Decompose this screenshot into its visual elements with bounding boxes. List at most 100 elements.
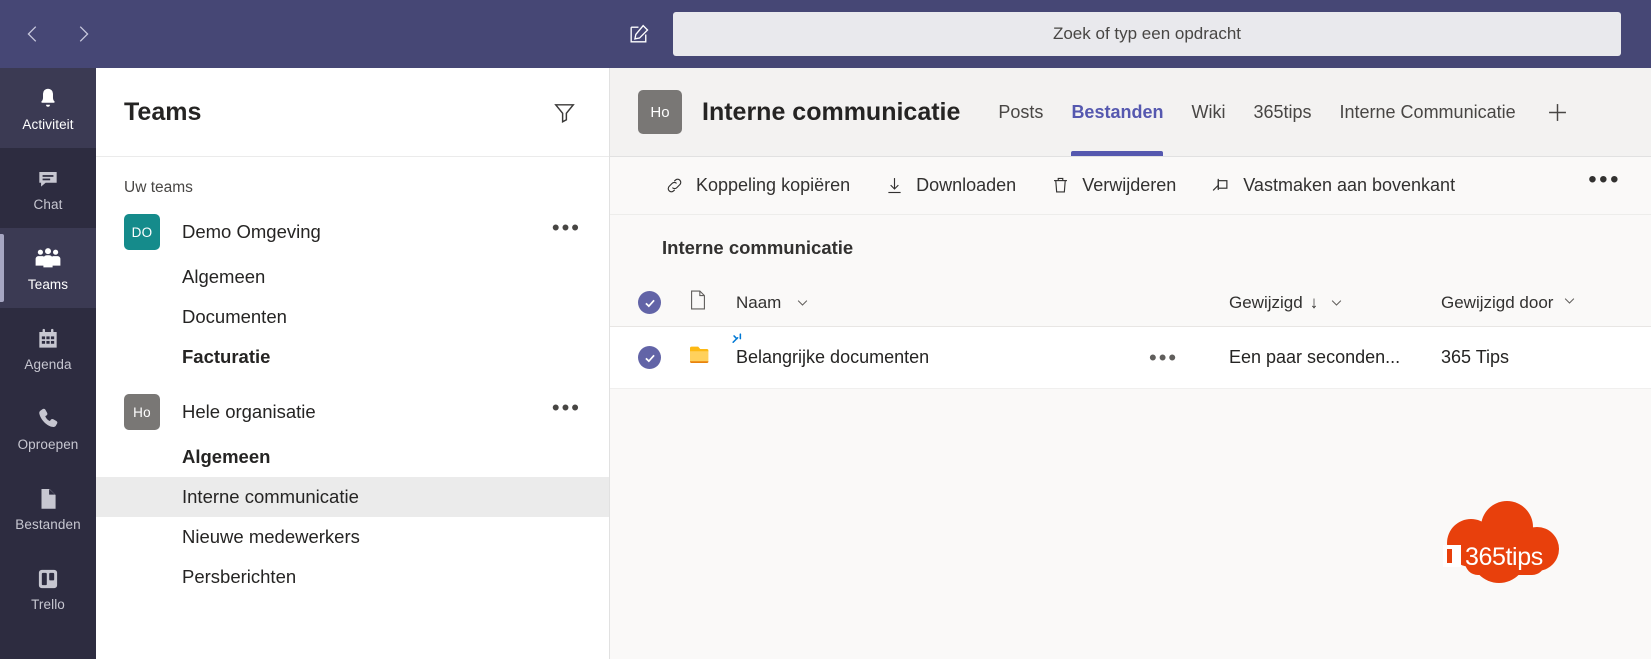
chevron-down-icon [1562,293,1577,308]
main-content: Ho Interne communicatie Posts Bestanden … [610,68,1651,659]
copy-link-button[interactable]: Koppeling kopiëren [650,167,864,204]
download-label: Downloaden [916,175,1017,195]
checked-circle-icon [638,346,661,369]
delete-button[interactable]: Verwijderen [1036,167,1190,204]
avatar: DO [124,214,160,250]
pin-icon [1210,175,1232,197]
folder-icon [688,343,718,372]
rail-item-label: Activiteit [22,116,74,132]
download-button[interactable]: Downloaden [870,167,1030,204]
row-name-cell[interactable]: Belangrijke documenten [732,333,1149,368]
rail-item-agenda[interactable]: Agenda [0,308,96,388]
trello-icon [35,565,61,593]
tab-posts[interactable]: Posts [984,68,1057,156]
rail-item-teams[interactable]: Teams [0,228,96,308]
download-icon [884,175,905,196]
rail-item-label: Bestanden [15,516,81,532]
tab-interne-communicatie[interactable]: Interne Communicatie [1326,68,1530,156]
page-title: Teams [124,97,202,126]
pin-to-top-button[interactable]: Vastmaken aan bovenkant [1196,167,1469,205]
channel-header: Ho Interne communicatie Posts Bestanden … [610,68,1651,157]
row-checkbox[interactable] [638,346,688,369]
modified-column-label: Gewijzigd [1229,292,1303,312]
plus-icon[interactable] [1544,99,1571,126]
forward-icon[interactable] [66,17,100,51]
trash-icon [1050,175,1071,196]
rail-item-label: Teams [27,276,69,292]
calendar-icon [35,325,61,353]
teams-panel: Teams Uw teams DO Demo Omgeving ••• Alge… [96,68,610,659]
name-column-label: Naam [736,292,782,312]
row-folder-icon-cell [688,343,736,372]
command-bar: Koppeling kopiëren Downloaden Verwijdere… [610,157,1651,215]
rail-item-trello[interactable]: Trello [0,548,96,628]
back-icon[interactable] [16,17,50,51]
tab-365tips[interactable]: 365tips [1239,68,1325,156]
team-more-options-button[interactable]: ••• [552,217,581,247]
tab-bestanden[interactable]: Bestanden [1057,68,1177,156]
office-logo-icon [1443,545,1461,567]
breadcrumb-current[interactable]: Interne communicatie [662,237,853,258]
filter-funnel-icon[interactable] [547,95,581,129]
cloud-icon [1447,501,1559,583]
copy-link-label: Koppeling kopiëren [696,175,851,195]
chevron-down-icon [1329,295,1344,310]
file-icon [35,485,61,513]
row-name-label: Belangrijke documenten [736,347,930,367]
avatar: Ho [638,90,682,134]
watermark-text: 365tips [1465,543,1543,571]
modified-column-header[interactable]: Gewijzigd ↓ [1229,293,1441,313]
team-row-hele-organisatie[interactable]: Ho Hele organisatie ••• [96,387,609,437]
chevron-down-icon [795,295,810,310]
rail-item-chat[interactable]: Chat [0,148,96,228]
teams-list[interactable]: Uw teams DO Demo Omgeving ••• Algemeen D… [96,157,609,659]
app-rail: Activiteit Chat Teams Agenda Oproepen Be… [0,68,96,659]
file-list-header: Naam Gewijzigd ↓ Gewijzigd door [610,279,1651,327]
modified-by-column-label: Gewijzigd door [1441,292,1554,312]
navigation-arrows [0,17,100,51]
search-container [673,12,1621,56]
channel-tabs: Posts Bestanden Wiki 365tips Interne Com… [984,68,1570,156]
row-modified-cell: Een paar seconden... [1229,347,1401,367]
channel-algemeen-2[interactable]: Algemeen [96,437,609,477]
name-column-header[interactable]: Naam [736,293,1149,313]
team-more-options-button[interactable]: ••• [552,397,581,427]
file-browser: Interne communicatie Naam Gewijzigd ↓ Ge… [610,215,1651,659]
pin-label: Vastmaken aan bovenkant [1243,175,1456,195]
channel-documenten[interactable]: Documenten [96,297,609,337]
new-item-sparkle-icon [730,331,748,354]
file-type-icon [688,289,708,316]
tab-wiki[interactable]: Wiki [1177,68,1239,156]
team-name: Demo Omgeving [182,221,321,242]
compose-pencil-icon[interactable] [611,12,667,56]
channel-interne-communicatie[interactable]: Interne communicatie [96,477,609,517]
rail-item-label: Trello [31,596,65,612]
top-bar [0,0,1651,68]
command-bar-overflow-button[interactable]: ••• [1576,168,1633,199]
delete-label: Verwijderen [1082,175,1177,195]
sort-descending-icon: ↓ [1309,292,1319,312]
avatar: Ho [124,394,160,430]
table-row[interactable]: Belangrijke documenten ••• Een paar seco… [610,327,1651,389]
file-type-column-header[interactable] [688,289,736,316]
channel-persberichten[interactable]: Persberichten [96,557,609,597]
search-input[interactable] [673,12,1621,56]
rail-item-label: Oproepen [17,436,79,452]
rail-item-label: Chat [33,196,63,212]
breadcrumb: Interne communicatie [610,215,1651,279]
rail-item-activiteit[interactable]: Activiteit [0,68,96,148]
channel-algemeen[interactable]: Algemeen [96,257,609,297]
rail-item-bestanden[interactable]: Bestanden [0,468,96,548]
channel-facturatie[interactable]: Facturatie [96,337,609,377]
modified-by-column-header[interactable]: Gewijzigd door [1441,293,1631,313]
team-row-demo-omgeving[interactable]: DO Demo Omgeving ••• [96,207,609,257]
365tips-watermark: 365tips [1429,497,1563,587]
row-more-options-button[interactable]: ••• [1149,346,1229,368]
rail-item-oproepen[interactable]: Oproepen [0,388,96,468]
select-all-checkbox[interactable] [638,291,688,314]
team-name: Hele organisatie [182,401,316,422]
channel-nieuwe-medewerkers[interactable]: Nieuwe medewerkers [96,517,609,557]
app-body: Activiteit Chat Teams Agenda Oproepen Be… [0,68,1651,659]
phone-icon [35,405,61,433]
bell-icon [35,85,61,113]
